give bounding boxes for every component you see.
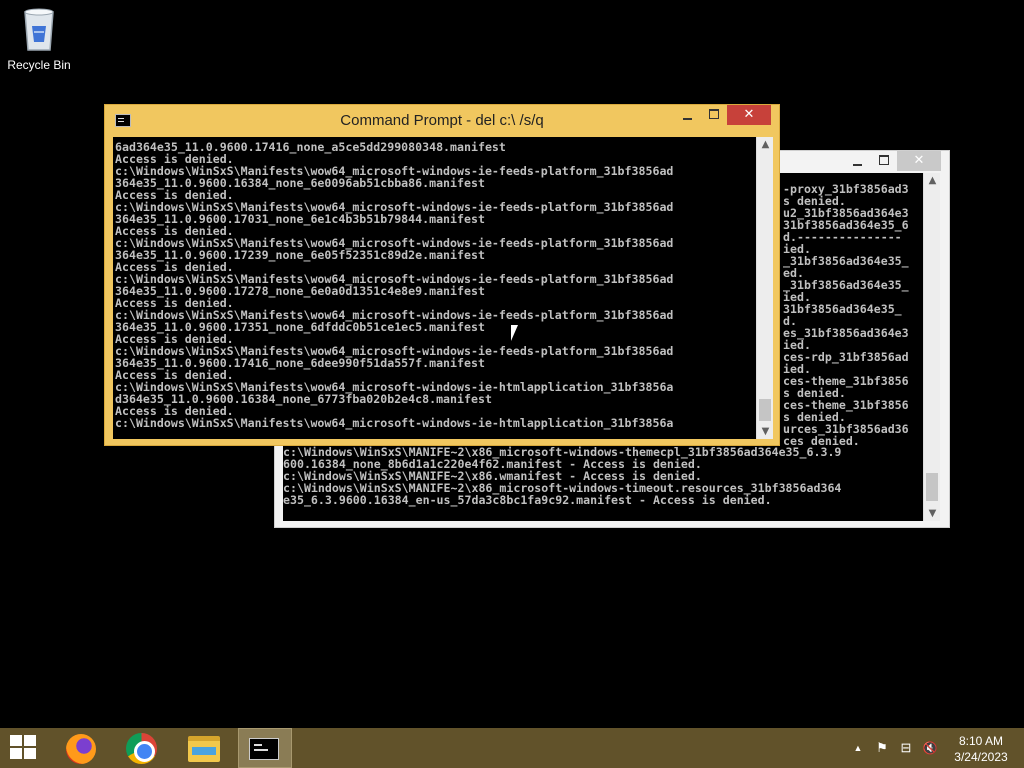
volume-muted-icon[interactable]: 🔇 — [922, 740, 938, 756]
mouse-cursor-icon — [510, 324, 525, 342]
action-center-flag-icon[interactable]: ⚑ — [874, 740, 890, 756]
front-window-titlebar[interactable]: Command Prompt - del c:\ /s/q ✕ — [105, 105, 779, 137]
console-output: 6ad364e35_11.0.9600.17416_none_a5ce5dd29… — [113, 137, 756, 439]
close-button[interactable]: ✕ — [727, 105, 771, 125]
taskbar: ▲ ⚑ ⊟ 🔇 8:10 AM 3/24/2023 — [0, 728, 1024, 768]
back-maximize-button[interactable] — [871, 151, 897, 171]
vertical-scrollbar[interactable]: ▲ ▼ — [756, 137, 773, 439]
network-icon[interactable]: ⊟ — [898, 740, 914, 756]
console-text: 6ad364e35_11.0.9600.17416_none_a5ce5dd29… — [115, 140, 674, 430]
back-vertical-scrollbar[interactable]: ▲ ▼ — [923, 173, 940, 521]
system-tray: ▲ ⚑ ⊟ 🔇 8:10 AM 3/24/2023 — [0, 728, 1024, 768]
recycle-bin-icon — [20, 6, 58, 52]
recycle-bin-shortcut[interactable]: Recycle Bin — [4, 6, 74, 72]
scroll-up-icon[interactable]: ▲ — [757, 137, 774, 152]
scroll-thumb[interactable] — [759, 399, 771, 421]
back-console-bottom-text: c:\Windows\WinSxS\MANIFE~2\x86_microsoft… — [283, 445, 842, 507]
back-scroll-thumb[interactable] — [926, 473, 938, 501]
back-close-button[interactable]: ✕ — [897, 151, 941, 171]
back-scroll-up-icon[interactable]: ▲ — [924, 173, 941, 188]
back-console-right-text: -proxy_31bf3856ad3 s denied. u2_31bf3856… — [783, 182, 909, 448]
back-minimize-button[interactable] — [845, 151, 871, 171]
clock[interactable]: 8:10 AM 3/24/2023 — [944, 733, 1018, 765]
minimize-button[interactable] — [675, 105, 701, 125]
command-prompt-window[interactable]: Command Prompt - del c:\ /s/q ✕ 6ad364e3… — [104, 104, 780, 446]
back-scroll-down-icon[interactable]: ▼ — [924, 506, 941, 521]
clock-date: 3/24/2023 — [954, 750, 1008, 764]
recycle-bin-label: Recycle Bin — [7, 58, 71, 72]
maximize-button[interactable] — [701, 105, 727, 125]
scroll-down-icon[interactable]: ▼ — [757, 424, 774, 439]
show-hidden-icons-chevron-icon[interactable]: ▲ — [850, 740, 866, 756]
clock-time: 8:10 AM — [958, 734, 1004, 748]
